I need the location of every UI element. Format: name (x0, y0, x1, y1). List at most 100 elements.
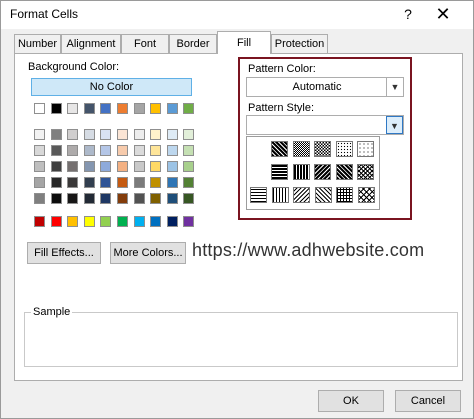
color-swatch[interactable] (183, 145, 195, 156)
color-swatch[interactable] (183, 177, 195, 188)
pattern-style-dropdown[interactable]: ▼ (246, 115, 404, 135)
pattern-thin-diagonal-crosshatch[interactable] (357, 187, 375, 203)
tab-fill[interactable]: Fill (217, 31, 271, 54)
color-swatch[interactable] (34, 129, 45, 140)
fill-effects-button[interactable]: Fill Effects... (27, 242, 101, 264)
pattern-solid-75[interactable] (271, 141, 288, 157)
color-swatch[interactable] (83, 177, 95, 188)
color-swatch[interactable] (117, 103, 128, 114)
color-swatch[interactable] (166, 177, 178, 188)
pattern-thin-horizontal[interactable] (250, 187, 267, 203)
color-swatch[interactable] (83, 193, 95, 204)
pattern-solid-50[interactable] (292, 141, 310, 157)
color-swatch[interactable] (50, 193, 62, 204)
color-swatch[interactable] (133, 103, 145, 114)
pattern-horizontal-stripe[interactable] (271, 164, 288, 180)
color-swatch[interactable] (133, 161, 145, 172)
more-colors-button[interactable]: More Colors... (110, 242, 186, 264)
color-swatch[interactable] (166, 129, 178, 140)
pattern-grey-6[interactable] (357, 141, 374, 157)
color-swatch[interactable] (117, 161, 128, 172)
color-swatch[interactable] (133, 177, 145, 188)
pattern-diagonal-crosshatch[interactable] (357, 164, 374, 180)
no-color-button[interactable]: No Color (31, 78, 192, 96)
color-swatch[interactable] (150, 193, 162, 204)
help-button[interactable]: ? (398, 4, 418, 24)
color-swatch[interactable] (183, 129, 195, 140)
color-swatch[interactable] (150, 145, 162, 156)
color-swatch[interactable] (67, 177, 79, 188)
color-swatch[interactable] (183, 103, 195, 114)
color-swatch[interactable] (83, 161, 95, 172)
standard-color-swatch[interactable] (183, 216, 195, 227)
chevron-down-icon[interactable]: ▼ (386, 78, 403, 96)
color-swatch[interactable] (67, 145, 79, 156)
color-swatch[interactable] (100, 177, 112, 188)
color-swatch[interactable] (100, 103, 112, 114)
color-swatch[interactable] (100, 161, 112, 172)
color-swatch[interactable] (50, 129, 62, 140)
color-swatch[interactable] (150, 103, 162, 114)
color-swatch[interactable] (67, 103, 79, 114)
tab-alignment[interactable]: Alignment (61, 34, 121, 53)
color-swatch[interactable] (117, 177, 128, 188)
color-swatch[interactable] (166, 193, 178, 204)
color-swatch[interactable] (67, 161, 79, 172)
standard-color-swatch[interactable] (83, 216, 95, 227)
color-swatch[interactable] (67, 193, 79, 204)
tab-font[interactable]: Font (121, 34, 169, 53)
standard-color-swatch[interactable] (166, 216, 178, 227)
pattern-vertical-stripe[interactable] (292, 164, 310, 180)
pattern-thin-diagonal[interactable] (314, 187, 332, 203)
ok-button[interactable]: OK (318, 390, 384, 412)
color-swatch[interactable] (50, 103, 62, 114)
color-swatch[interactable] (83, 103, 95, 114)
tab-number[interactable]: Number (14, 34, 61, 53)
color-swatch[interactable] (50, 177, 62, 188)
color-swatch[interactable] (150, 129, 162, 140)
pattern-grey-25[interactable] (314, 141, 331, 157)
tab-protection[interactable]: Protection (271, 34, 328, 53)
color-swatch[interactable] (83, 145, 95, 156)
tab-border[interactable]: Border (169, 34, 217, 53)
color-swatch[interactable] (166, 145, 178, 156)
standard-color-swatch[interactable] (133, 216, 145, 227)
color-swatch[interactable] (183, 161, 195, 172)
color-swatch[interactable] (117, 145, 128, 156)
color-swatch[interactable] (117, 129, 128, 140)
standard-color-swatch[interactable] (50, 216, 62, 227)
pattern-thin-crosshatch[interactable] (336, 187, 353, 203)
color-swatch[interactable] (67, 129, 79, 140)
color-swatch[interactable] (83, 129, 95, 140)
color-swatch[interactable] (150, 177, 162, 188)
close-button[interactable]: ✕ (431, 3, 455, 25)
standard-color-swatch[interactable] (150, 216, 162, 227)
color-swatch[interactable] (34, 103, 45, 114)
color-swatch[interactable] (133, 129, 145, 140)
standard-color-swatch[interactable] (100, 216, 112, 227)
pattern-diagonal-stripe[interactable] (335, 164, 353, 180)
color-swatch[interactable] (150, 161, 162, 172)
standard-color-swatch[interactable] (67, 216, 79, 227)
color-swatch[interactable] (133, 145, 145, 156)
pattern-thin-vertical[interactable] (271, 187, 289, 203)
standard-color-swatch[interactable] (34, 216, 45, 227)
color-swatch[interactable] (34, 193, 45, 204)
color-swatch[interactable] (100, 145, 112, 156)
color-swatch[interactable] (34, 161, 45, 172)
color-swatch[interactable] (100, 193, 112, 204)
color-swatch[interactable] (133, 193, 145, 204)
color-swatch[interactable] (166, 103, 178, 114)
color-swatch[interactable] (100, 129, 112, 140)
pattern-color-dropdown[interactable]: Automatic ▼ (246, 77, 404, 97)
color-swatch[interactable] (183, 193, 195, 204)
color-swatch[interactable] (166, 161, 178, 172)
color-swatch[interactable] (34, 145, 45, 156)
pattern-grey-12[interactable] (335, 141, 353, 157)
standard-color-swatch[interactable] (117, 216, 128, 227)
chevron-down-icon[interactable]: ▼ (386, 116, 403, 134)
color-swatch[interactable] (50, 161, 62, 172)
pattern-thin-reverse-diagonal[interactable] (293, 187, 310, 203)
color-swatch[interactable] (50, 145, 62, 156)
color-swatch[interactable] (34, 177, 45, 188)
